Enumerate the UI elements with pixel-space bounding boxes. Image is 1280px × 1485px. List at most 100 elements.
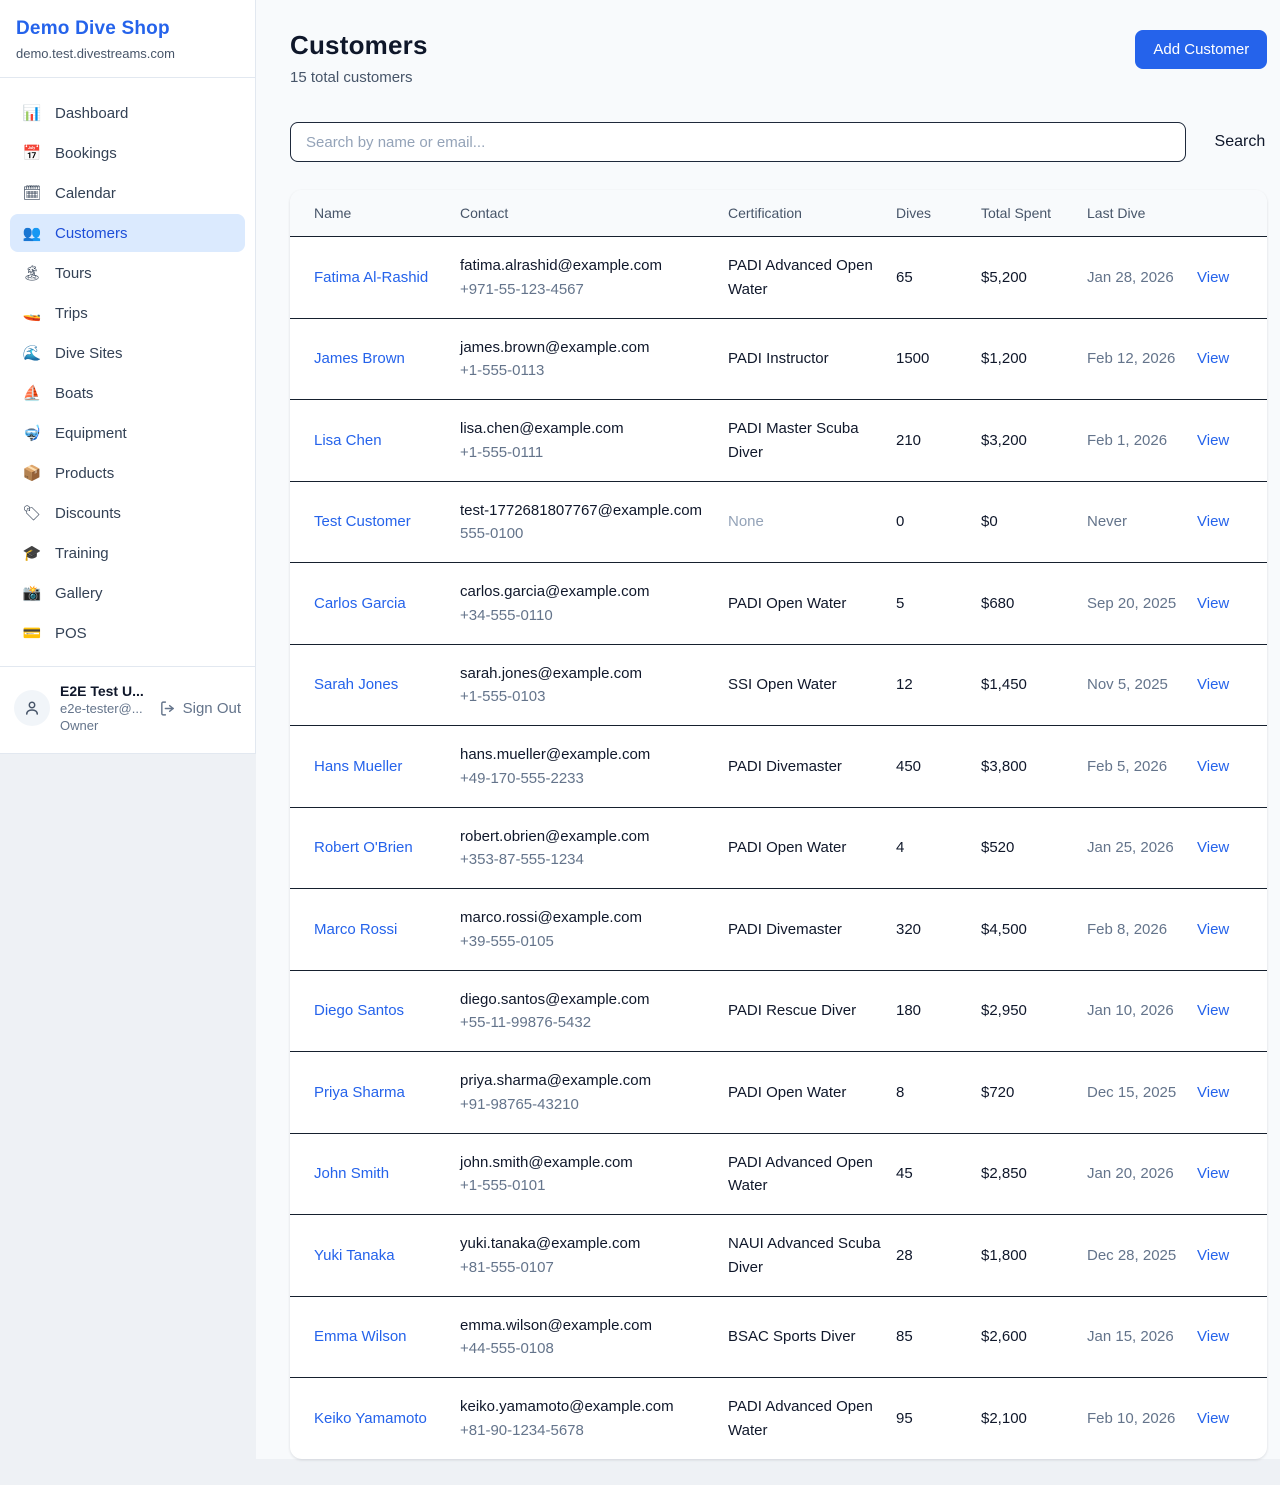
- customer-name-link[interactable]: Diego Santos: [314, 999, 404, 1022]
- sidebar-item-dive-sites[interactable]: 🌊Dive Sites: [10, 334, 245, 372]
- sidebar-item-tours[interactable]: 🏝Tours: [10, 254, 245, 292]
- view-link[interactable]: View: [1197, 1247, 1229, 1264]
- sign-out-button[interactable]: Sign Out: [159, 700, 241, 717]
- customer-email: priya.sharma@example.com: [460, 1069, 714, 1092]
- search-input[interactable]: [290, 122, 1186, 162]
- customer-total-spent: $720: [981, 1064, 1087, 1121]
- customer-contact-cell: fatima.alrashid@example.com+971-55-123-4…: [460, 237, 728, 318]
- view-link[interactable]: View: [1197, 1165, 1229, 1182]
- sidebar-item-discounts[interactable]: 🏷Discounts: [10, 494, 245, 532]
- sidebar-item-pos[interactable]: 💳POS: [10, 614, 245, 652]
- sidebar-item-label: Calendar: [55, 185, 116, 202]
- view-link[interactable]: View: [1197, 1328, 1229, 1345]
- sidebar-item-customers[interactable]: 👥Customers: [10, 214, 245, 252]
- customer-total-spent: $2,600: [981, 1308, 1087, 1365]
- table-row: Marco Rossimarco.rossi@example.com+39-55…: [290, 889, 1267, 971]
- customer-email: yuki.tanaka@example.com: [460, 1232, 714, 1255]
- view-link[interactable]: View: [1197, 269, 1229, 286]
- customer-name-link[interactable]: Robert O'Brien: [314, 836, 413, 859]
- customer-total-spent: $1,800: [981, 1227, 1087, 1284]
- user-name: E2E Test U...: [60, 683, 149, 699]
- customer-certification: PADI Instructor: [728, 330, 896, 387]
- customer-email: emma.wilson@example.com: [460, 1314, 714, 1337]
- customer-certification: PADI Open Water: [728, 575, 896, 632]
- customer-phone: 555-0100: [460, 522, 714, 545]
- customer-name-link[interactable]: John Smith: [314, 1162, 389, 1185]
- view-link[interactable]: View: [1197, 676, 1229, 693]
- customer-name-link[interactable]: James Brown: [314, 347, 405, 370]
- customer-name-link[interactable]: Hans Mueller: [314, 755, 402, 778]
- table-body: Fatima Al-Rashid fatima.alrashid@example.…: [290, 237, 1267, 1459]
- customer-name-link[interactable]: Lisa Chen: [314, 429, 382, 452]
- customer-name-link[interactable]: Test Customer: [314, 510, 411, 533]
- customer-certification: PADI Divemaster: [728, 901, 896, 958]
- customer-total-spent: $520: [981, 819, 1087, 876]
- avatar: [14, 690, 50, 726]
- sidebar-item-training[interactable]: 🎓Training: [10, 534, 245, 572]
- customer-certification: PADI Divemaster: [728, 738, 896, 795]
- wave-icon: 🌊: [22, 344, 42, 362]
- sidebar-item-label: Dashboard: [55, 105, 128, 122]
- view-link[interactable]: View: [1197, 432, 1229, 449]
- bar-chart-icon: 📊: [22, 104, 42, 122]
- customer-name-link[interactable]: Marco Rossi: [314, 918, 397, 941]
- sidebar-item-products[interactable]: 📦Products: [10, 454, 245, 492]
- shop-domain: demo.test.divestreams.com: [16, 46, 239, 61]
- customer-contact-cell: priya.sharma@example.com+91-98765-43210: [460, 1052, 728, 1133]
- customer-certification: PADI Open Water: [728, 1064, 896, 1121]
- view-link[interactable]: View: [1197, 839, 1229, 856]
- customer-name-link[interactable]: Emma Wilson: [314, 1325, 407, 1348]
- customer-email: test-1772681807767@example.com: [460, 499, 714, 522]
- customer-last-dive: Jan 20, 2026: [1087, 1145, 1197, 1202]
- user-meta: E2E Test U... e2e-tester@... Owner: [60, 683, 149, 733]
- customer-certification: PADI Advanced Open Water: [728, 1134, 896, 1215]
- add-customer-button[interactable]: Add Customer: [1135, 30, 1267, 69]
- sidebar-item-calendar[interactable]: 🗓Calendar: [10, 174, 245, 212]
- column-header-last-dive: Last Dive: [1087, 190, 1197, 236]
- sidebar-item-dashboard[interactable]: 📊 Dashboard: [10, 94, 245, 132]
- customer-dives: 0: [896, 493, 981, 550]
- view-cell: View: [1197, 575, 1243, 632]
- view-link[interactable]: View: [1197, 350, 1229, 367]
- view-link[interactable]: View: [1197, 1084, 1229, 1101]
- customer-dives: 320: [896, 901, 981, 958]
- customer-last-dive: Jan 25, 2026: [1087, 819, 1197, 876]
- customer-total-spent: $3,800: [981, 738, 1087, 795]
- sidebar-item-boats[interactable]: ⛵Boats: [10, 374, 245, 412]
- customer-contact-cell: test-1772681807767@example.com555-0100: [460, 482, 728, 563]
- customer-dives: 8: [896, 1064, 981, 1121]
- view-cell: View: [1197, 1064, 1243, 1121]
- customer-contact-cell: john.smith@example.com+1-555-0101: [460, 1134, 728, 1215]
- view-link[interactable]: View: [1197, 921, 1229, 938]
- customer-phone: +971-55-123-4567: [460, 278, 714, 301]
- customer-phone: +44-555-0108: [460, 1337, 714, 1360]
- sidebar-item-label: Tours: [55, 265, 92, 282]
- sidebar-item-bookings[interactable]: 📅Bookings: [10, 134, 245, 172]
- search-button[interactable]: Search: [1213, 129, 1268, 155]
- sidebar-item-equipment[interactable]: 🤿Equipment: [10, 414, 245, 452]
- sidebar-item-gallery[interactable]: 📸Gallery: [10, 574, 245, 612]
- customer-name-link[interactable]: Keiko Yamamoto: [314, 1407, 427, 1430]
- view-link[interactable]: View: [1197, 1002, 1229, 1019]
- view-link[interactable]: View: [1197, 758, 1229, 775]
- view-cell: View: [1197, 330, 1243, 387]
- customer-name-link[interactable]: Priya Sharma: [314, 1081, 405, 1104]
- view-link[interactable]: View: [1197, 595, 1229, 612]
- column-header-name: Name: [314, 190, 460, 236]
- customer-phone: +39-555-0105: [460, 930, 714, 953]
- customer-name-link[interactable]: Yuki Tanaka: [314, 1244, 395, 1267]
- customer-dives: 85: [896, 1308, 981, 1365]
- customer-name-cell: James Brown: [314, 330, 460, 387]
- sidebar-item-trips[interactable]: 🚤Trips: [10, 294, 245, 332]
- view-link[interactable]: View: [1197, 513, 1229, 530]
- customer-contact-cell: diego.santos@example.com+55-11-99876-543…: [460, 971, 728, 1052]
- customer-name-link[interactable]: Carlos Garcia: [314, 592, 406, 615]
- customer-name-link[interactable]: Fatima Al-Rashid: [314, 266, 428, 289]
- view-link[interactable]: View: [1197, 1410, 1229, 1427]
- customer-name-link[interactable]: Sarah Jones: [314, 673, 398, 696]
- customer-total-spent: $1,450: [981, 656, 1087, 713]
- table-row: Lisa Chenlisa.chen@example.com+1-555-011…: [290, 400, 1267, 482]
- customer-total-spent: $680: [981, 575, 1087, 632]
- table-header: NameContactCertificationDivesTotal Spent…: [290, 190, 1267, 237]
- customer-phone: +49-170-555-2233: [460, 767, 714, 790]
